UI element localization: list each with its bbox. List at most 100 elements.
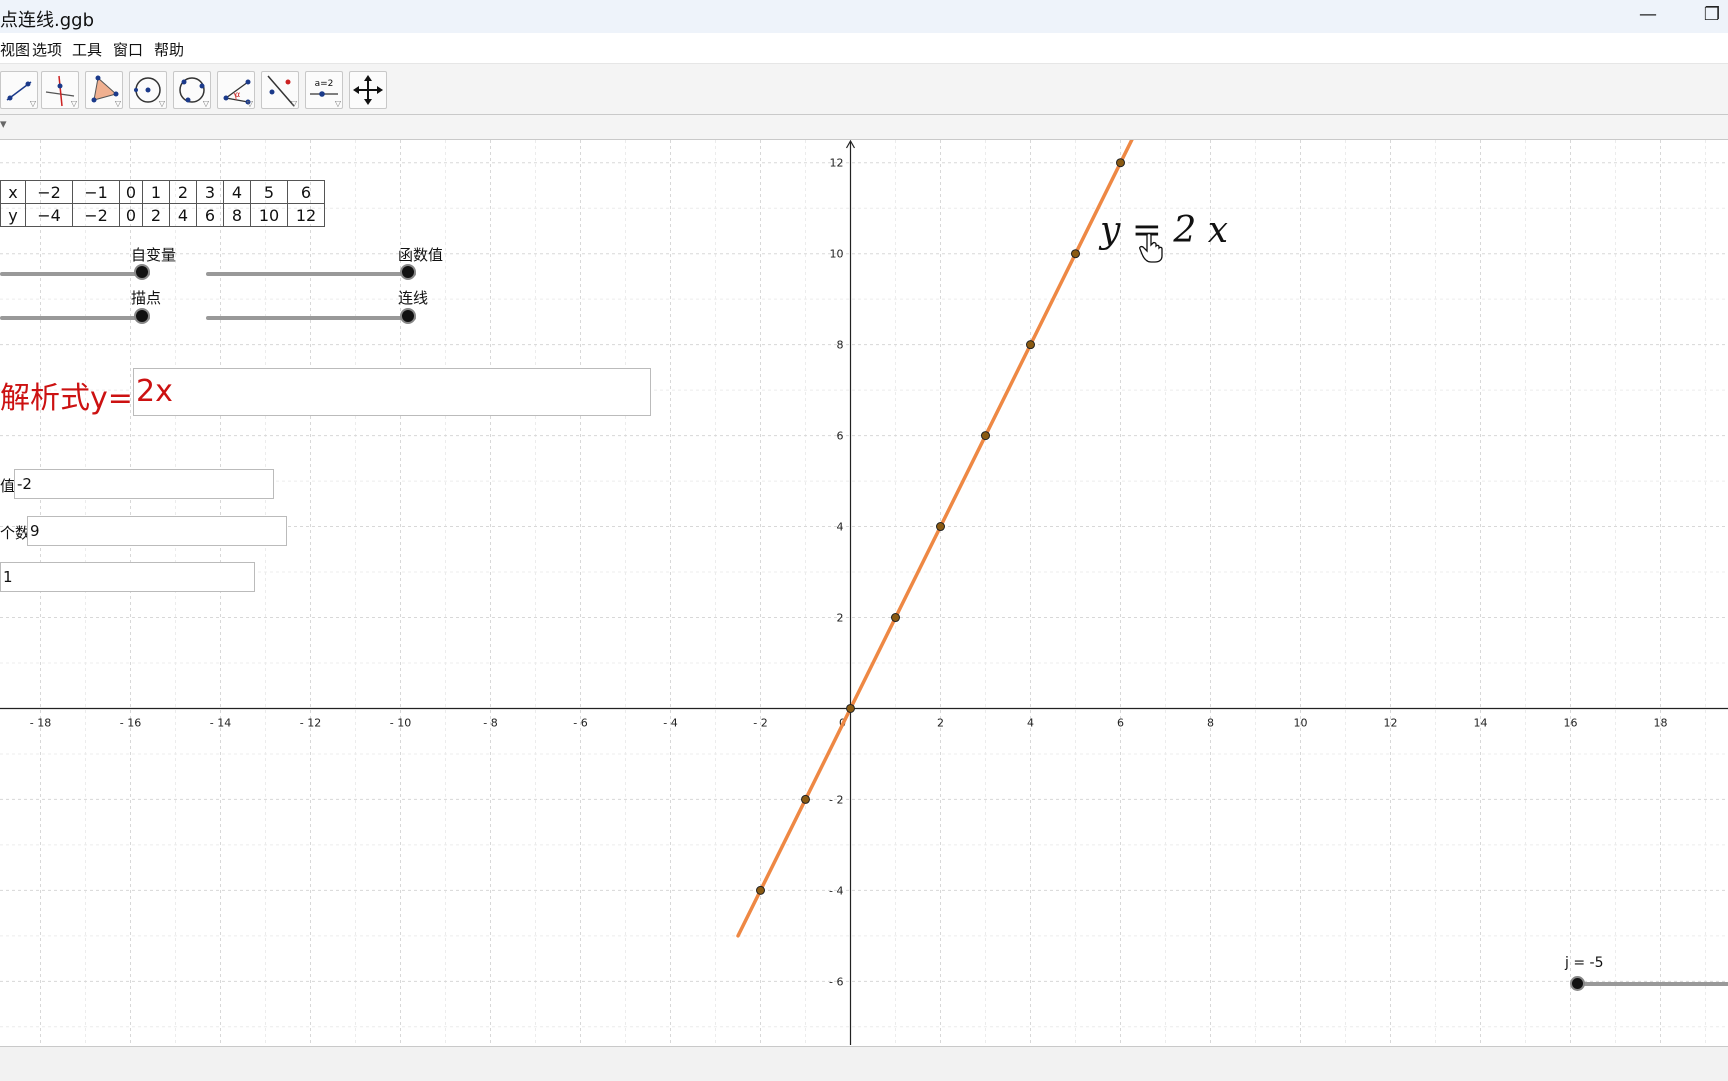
y-tick-label: 8 bbox=[837, 339, 844, 352]
move-arrows-icon bbox=[353, 75, 383, 105]
menu-options[interactable]: 选项 bbox=[32, 39, 62, 60]
x-tick-label: 6 bbox=[1117, 716, 1124, 729]
slider-independent[interactable] bbox=[0, 264, 150, 284]
window-title: 点连线.ggb bbox=[0, 10, 94, 31]
x-tick-label: 18 bbox=[1654, 716, 1668, 729]
dropdown-triangle-icon: ▽ bbox=[202, 99, 209, 108]
hand-cursor-icon bbox=[1139, 232, 1163, 263]
dropdown-triangle-icon: ▽ bbox=[334, 99, 341, 108]
data-point bbox=[1116, 158, 1125, 168]
x-tick-label: 16 bbox=[1564, 716, 1578, 729]
table-cell: −2 bbox=[25, 180, 73, 204]
slider-tool-button[interactable]: a=2 ▽ bbox=[305, 71, 343, 109]
table-cell: 3 bbox=[196, 180, 224, 204]
x-tick-label: - 8 bbox=[483, 716, 497, 729]
slider-plot-points[interactable] bbox=[0, 308, 150, 328]
function-line bbox=[736, 140, 1134, 938]
slider-j-label: j = -5 bbox=[1565, 955, 1604, 971]
expression-input[interactable]: 2x bbox=[133, 368, 651, 416]
count-label: 个数 bbox=[0, 524, 31, 542]
slider-label-plot-points: 描点 bbox=[131, 289, 162, 307]
slider-connect[interactable] bbox=[206, 308, 416, 328]
data-point bbox=[1026, 340, 1035, 350]
table-cell: 6 bbox=[196, 203, 224, 227]
menu-window[interactable]: 窗口 bbox=[113, 39, 143, 60]
style-bar: ▾ bbox=[0, 115, 1728, 140]
data-point bbox=[1071, 249, 1080, 259]
slider-track bbox=[1574, 982, 1728, 986]
y-tick-label: 6 bbox=[837, 430, 844, 443]
x-tick-label: 8 bbox=[1207, 716, 1214, 729]
table-cell: 2 bbox=[142, 203, 170, 227]
y-tick-label: 4 bbox=[837, 521, 844, 534]
x-tick-label: - 12 bbox=[300, 716, 321, 729]
table-cell: 10 bbox=[250, 203, 288, 227]
table-cell: 4 bbox=[223, 180, 251, 204]
start-value-input[interactable]: -2 bbox=[14, 469, 274, 499]
x-tick-label: - 14 bbox=[210, 716, 231, 729]
circle-center-tool-button[interactable]: ▽ bbox=[129, 71, 167, 109]
polygon-tool-button[interactable]: ▽ bbox=[85, 71, 123, 109]
x-tick-label: 12 bbox=[1384, 716, 1398, 729]
step-input[interactable]: 1 bbox=[0, 562, 255, 592]
toolbar: ▽ ▽ ▽ ▽ ▽ α ▽ ▽ a=2 ▽ bbox=[0, 64, 1728, 115]
table-cell: 6 bbox=[287, 180, 325, 204]
data-point bbox=[936, 522, 945, 532]
style-bar-toggle[interactable]: ▾ bbox=[0, 117, 7, 132]
menu-help[interactable]: 帮助 bbox=[154, 39, 184, 60]
slider-knob[interactable] bbox=[400, 264, 416, 280]
slider-label-function-value: 函数值 bbox=[398, 246, 444, 264]
graphics-view[interactable]: - 18- 16- 14- 12- 10- 8- 6- 4- 202468101… bbox=[0, 140, 1728, 1045]
svg-text:α: α bbox=[235, 90, 240, 99]
menu-view[interactable]: 视图 bbox=[0, 39, 30, 60]
slider-track bbox=[206, 272, 416, 276]
table-cell: 8 bbox=[223, 203, 251, 227]
slider-knob[interactable] bbox=[134, 264, 150, 280]
table-cell: 0 bbox=[119, 180, 143, 204]
count-input[interactable]: 9 bbox=[27, 516, 287, 546]
table-row-y: y −4 −2 0 2 4 6 8 10 12 bbox=[0, 203, 325, 227]
y-tick-label: 10 bbox=[830, 248, 844, 261]
segment-tool-button[interactable]: ▽ bbox=[0, 71, 38, 109]
table-cell: 0 bbox=[119, 203, 143, 227]
input-bar[interactable] bbox=[0, 1046, 1728, 1081]
y-tick-label: 12 bbox=[830, 157, 844, 170]
dropdown-triangle-icon: ▽ bbox=[70, 99, 77, 108]
data-point bbox=[846, 703, 855, 713]
title-bar: 点连线.ggb — ❐ bbox=[0, 0, 1728, 34]
x-tick-label: 14 bbox=[1474, 716, 1488, 729]
slider-j[interactable] bbox=[1570, 974, 1728, 994]
slider-knob[interactable] bbox=[134, 308, 150, 324]
menu-bar: 视图 选项 工具 窗口 帮助 bbox=[0, 33, 1728, 64]
data-point bbox=[801, 794, 810, 804]
slider-knob[interactable] bbox=[1570, 976, 1585, 991]
restore-button[interactable]: ❐ bbox=[1692, 4, 1728, 25]
y-tick-label: 2 bbox=[837, 612, 844, 625]
perpendicular-tool-button[interactable]: ▽ bbox=[41, 71, 79, 109]
menu-tools[interactable]: 工具 bbox=[72, 39, 102, 60]
data-point bbox=[891, 613, 900, 623]
minimize-button[interactable]: — bbox=[1628, 4, 1668, 25]
reflect-tool-button[interactable]: ▽ bbox=[261, 71, 299, 109]
expression-label: 解析式y= bbox=[0, 381, 133, 416]
data-point bbox=[981, 431, 990, 441]
y-tick-label: - 4 bbox=[829, 884, 843, 897]
dropdown-triangle-icon: ▽ bbox=[114, 99, 121, 108]
x-tick-label: - 4 bbox=[663, 716, 677, 729]
slider-track bbox=[0, 316, 150, 320]
slider-function-value[interactable] bbox=[206, 264, 416, 284]
x-tick-label: - 6 bbox=[573, 716, 587, 729]
circle-three-points-tool-button[interactable]: ▽ bbox=[173, 71, 211, 109]
table-cell: −1 bbox=[72, 180, 120, 204]
slider-knob[interactable] bbox=[400, 308, 416, 324]
y-tick-label: - 6 bbox=[829, 975, 843, 988]
table-header-y: y bbox=[0, 203, 26, 227]
angle-tool-button[interactable]: α ▽ bbox=[217, 71, 255, 109]
move-view-tool-button[interactable] bbox=[349, 71, 387, 109]
slider-track bbox=[206, 316, 416, 320]
dropdown-triangle-icon: ▽ bbox=[158, 99, 165, 108]
slider-tool-label: a=2 bbox=[315, 79, 334, 89]
dropdown-triangle-icon: ▽ bbox=[246, 99, 253, 108]
x-tick-label: - 18 bbox=[30, 716, 51, 729]
y-tick-label: - 2 bbox=[829, 793, 843, 806]
